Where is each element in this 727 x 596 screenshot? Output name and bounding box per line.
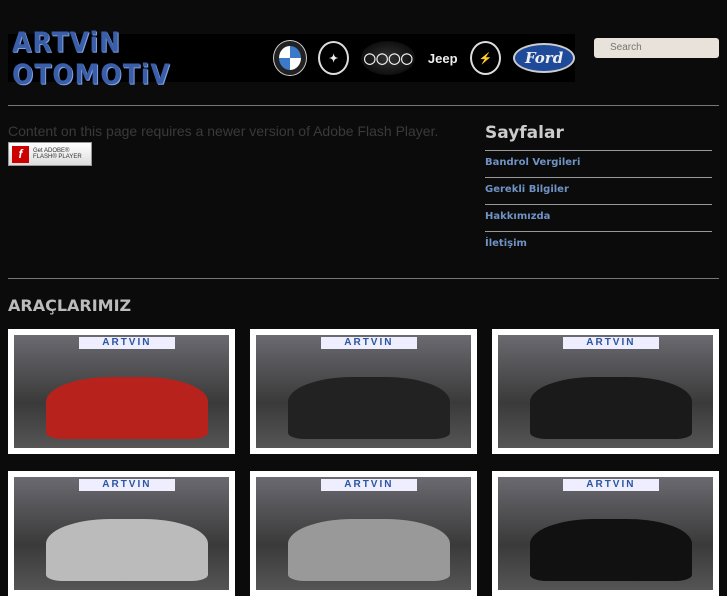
opel-logo-icon: ⚡	[470, 41, 502, 75]
badge-line2: FLASH® PLAYER	[33, 154, 82, 160]
flash-icon: f	[12, 145, 29, 163]
audi-logo-icon: ◯◯◯◯	[361, 41, 416, 75]
gallery-thumbnail[interactable]: ARTVIN	[250, 471, 477, 596]
divider	[485, 150, 712, 151]
header-banner[interactable]: ARTViN OTOMOTiV ✦ ◯◯◯◯ Jeep ⚡ Ford	[8, 26, 575, 90]
shop-sign: ARTVIN	[562, 337, 660, 349]
car-photo: ARTVIN	[498, 335, 713, 448]
gallery-title: ARAÇLARIMIZ	[8, 296, 132, 315]
sidebar-title: Sayfalar	[485, 123, 564, 143]
divider	[8, 105, 719, 106]
flash-message: Content on this page requires a newer ve…	[8, 123, 439, 139]
car-photo: ARTVIN	[256, 477, 471, 590]
search-input[interactable]	[594, 38, 719, 58]
car-photo: ARTVIN	[14, 335, 229, 448]
ford-logo-icon: Ford	[513, 43, 575, 73]
car	[288, 518, 450, 581]
car	[46, 518, 208, 581]
car-photo: ARTVIN	[256, 335, 471, 448]
car-photo: ARTVIN	[14, 477, 229, 590]
get-flash-button[interactable]: f Get ADOBE® FLASH® PLAYER	[8, 142, 92, 166]
divider	[485, 204, 712, 205]
bmw-logo-icon	[273, 40, 308, 76]
brand-logo: ARTViN OTOMOTiV	[12, 26, 171, 90]
car	[530, 376, 692, 439]
gallery-thumbnail[interactable]: ARTVIN	[492, 471, 719, 596]
shop-sign: ARTVIN	[320, 479, 418, 491]
divider	[8, 278, 719, 279]
sidebar-link-iletisim[interactable]: İletişim	[485, 238, 527, 249]
jeep-logo-icon: Jeep	[427, 50, 458, 66]
car-photo: ARTVIN	[498, 477, 713, 590]
gallery-thumbnail[interactable]: ARTVIN	[8, 329, 235, 454]
gallery-thumbnail[interactable]: ARTVIN	[8, 471, 235, 596]
car	[46, 376, 208, 439]
sidebar-link-hakkimizda[interactable]: Hakkımızda	[485, 211, 550, 222]
shop-sign: ARTVIN	[320, 337, 418, 349]
gallery-thumbnail[interactable]: ARTVIN	[492, 329, 719, 454]
shop-sign: ARTVIN	[78, 337, 176, 349]
mercedes-logo-icon: ✦	[318, 41, 350, 75]
divider	[485, 231, 712, 232]
sidebar-link-bandrol[interactable]: Bandrol Vergileri	[485, 157, 580, 168]
shop-sign: ARTVIN	[562, 479, 660, 491]
gallery-thumbnail[interactable]: ARTVIN	[250, 329, 477, 454]
car	[288, 376, 450, 439]
shop-sign: ARTVIN	[78, 479, 176, 491]
car	[530, 518, 692, 581]
sidebar-link-gerekli[interactable]: Gerekli Bilgiler	[485, 184, 569, 195]
divider	[485, 177, 712, 178]
